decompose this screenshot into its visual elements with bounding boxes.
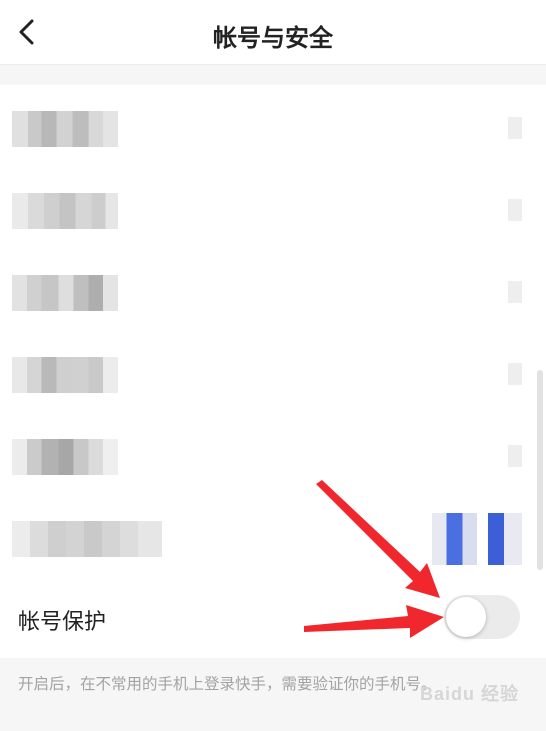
section-divider	[0, 65, 546, 85]
obscured-label	[12, 521, 162, 557]
account-protection-hint: 开启后，在不常用的手机上登录快手，需要验证你的手机号。	[18, 676, 437, 693]
obscured-value	[508, 281, 522, 303]
obscured-value	[508, 445, 522, 467]
settings-row-obscured-3[interactable]	[0, 249, 546, 331]
settings-row-obscured-1[interactable]	[0, 85, 546, 167]
settings-row-obscured-2[interactable]	[0, 167, 546, 249]
obscured-value	[508, 199, 522, 221]
settings-row-obscured-6[interactable]	[0, 495, 546, 577]
page-title: 帐号与安全	[213, 25, 333, 52]
watermark-text: Baidu 经验	[420, 684, 520, 704]
account-protection-toggle[interactable]	[444, 595, 520, 639]
account-protection-label: 帐号保护	[18, 609, 107, 634]
toggle-knob	[446, 597, 486, 637]
obscured-value	[508, 363, 522, 385]
obscured-value	[508, 117, 522, 139]
obscured-label	[12, 111, 118, 147]
settings-row-obscured-5[interactable]	[0, 413, 546, 495]
obscured-label	[12, 275, 118, 311]
header-bar: 帐号与安全	[0, 0, 546, 65]
obscured-label	[12, 357, 118, 393]
scrollbar[interactable]	[537, 370, 543, 570]
obscured-label	[12, 193, 118, 229]
obscured-label	[12, 439, 118, 475]
account-protection-row: 帐号保护	[0, 576, 546, 658]
settings-row-obscured-4[interactable]	[0, 331, 546, 413]
obscured-value	[432, 513, 522, 565]
